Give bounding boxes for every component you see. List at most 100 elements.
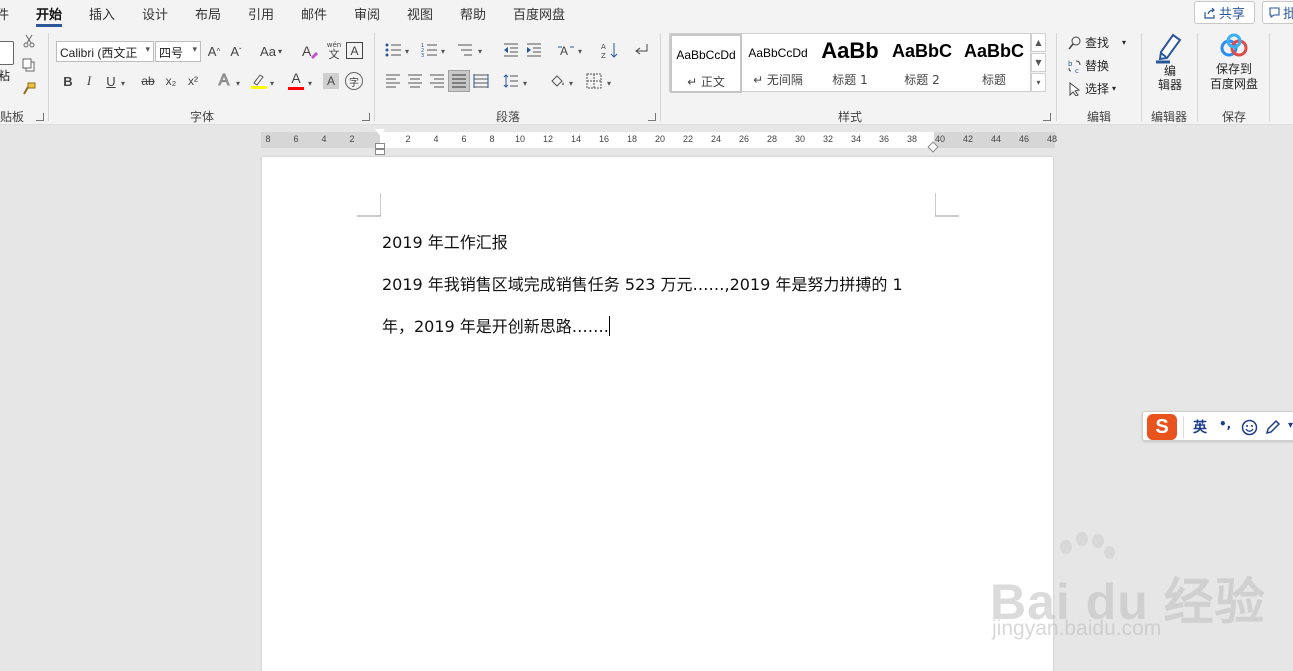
sogou-logo-icon[interactable]: S [1147, 414, 1177, 440]
ruler-tick-label: 8 [489, 134, 495, 144]
save-to-netdisk-button[interactable]: 保存到 百度网盘 [1205, 32, 1263, 100]
chevron-down-icon[interactable]: ▾ [478, 47, 482, 56]
font-size-dropdown[interactable]: 四号 ▾ [155, 41, 201, 62]
chevron-down-icon[interactable]: ▾ [270, 79, 274, 88]
chevron-down-icon[interactable]: ▾ [607, 79, 611, 88]
horizontal-ruler[interactable]: 8 6 4 2 2 4 6 8 10 12 14 16 18 20 22 24 26 28 30 32 34 36 38 40… [261, 129, 1057, 155]
align-right-icon[interactable] [428, 72, 446, 90]
font-name-dropdown[interactable]: Calibri (西文正 ▾ [56, 41, 154, 62]
sort-icon[interactable]: AZ [600, 40, 620, 60]
document-paragraph-line[interactable]: 2019 年我销售区域完成销售任务 523 万元……,2019 年是努力拼搏的 … [382, 271, 903, 295]
tab-home[interactable]: 开始 [36, 4, 63, 27]
gallery-scroll-up-icon[interactable]: ▲ [1031, 33, 1046, 52]
font-color-button[interactable]: A [286, 69, 306, 91]
styles-launcher-icon[interactable] [1043, 113, 1051, 121]
chevron-down-icon[interactable]: ▾ [1288, 420, 1293, 431]
ruler-tick-label: 2 [349, 134, 355, 144]
paste-icon[interactable] [0, 41, 14, 65]
decrease-indent-icon[interactable] [502, 41, 520, 59]
tab-help[interactable]: 帮助 [460, 4, 486, 23]
style-heading-1[interactable]: AaBb 标题 1 [814, 34, 886, 93]
find-button[interactable]: 查找 ▾ [1068, 34, 1126, 51]
handwriting-pen-icon[interactable] [1265, 419, 1281, 435]
style-normal[interactable]: AaBbCcDd ↵ 正文 [670, 34, 742, 93]
share-button[interactable]: 共享 [1194, 1, 1255, 24]
align-left-icon[interactable] [384, 72, 402, 90]
tab-review[interactable]: 审阅 [354, 4, 380, 23]
ruler-tick-label: 8 [265, 134, 271, 144]
font-launcher-icon[interactable] [362, 113, 370, 121]
gallery-scroll-down-icon[interactable]: ▼ [1031, 53, 1046, 72]
chevron-down-icon[interactable]: ▾ [578, 47, 582, 56]
style-title[interactable]: AaBbC 标题 [958, 34, 1030, 93]
clipboard-launcher-icon[interactable] [36, 113, 44, 121]
emoji-icon[interactable] [1241, 419, 1258, 436]
document-page[interactable]: 2019 年工作汇报 2019 年我销售区域完成销售任务 523 万元……,20… [262, 157, 1053, 671]
chevron-down-icon[interactable]: ▾ [441, 47, 445, 56]
superscript-button[interactable]: x² [184, 72, 202, 90]
tab-layout[interactable]: 布局 [195, 4, 221, 23]
chevron-down-icon: ▾ [145, 44, 150, 54]
search-icon [1068, 36, 1081, 49]
justify-icon[interactable] [448, 70, 470, 92]
chevron-down-icon[interactable]: ▾ [405, 47, 409, 56]
ime-toolbar[interactable]: S 英 •, ▾ [1142, 411, 1293, 441]
highlight-color-button[interactable] [249, 71, 269, 91]
subscript-button[interactable]: x₂ [162, 72, 180, 90]
paragraph-shading-icon[interactable] [548, 72, 566, 90]
ime-language-toggle[interactable]: 英 [1193, 417, 1207, 437]
borders-icon[interactable] [585, 72, 603, 90]
style-no-spacing[interactable]: AaBbCcDd ↵ 无间隔 [742, 34, 814, 93]
left-indent-box-marker[interactable] [375, 149, 385, 155]
chevron-down-icon[interactable]: ▾ [569, 79, 573, 88]
style-heading-2[interactable]: AaBbC 标题 2 [886, 34, 958, 93]
enclose-characters-button[interactable]: 字 [345, 72, 363, 90]
phonetic-guide-button[interactable]: wén 文 [323, 38, 345, 62]
format-painter-icon[interactable] [21, 81, 37, 97]
chinese-layout-icon[interactable]: A [556, 41, 576, 59]
underline-button[interactable]: U [103, 72, 119, 90]
text-effects-button[interactable]: A [214, 71, 234, 91]
comments-button[interactable]: 批 [1262, 1, 1293, 24]
chevron-down-icon[interactable]: ▾ [308, 79, 312, 88]
grow-font-icon[interactable]: A ^ [205, 41, 223, 61]
align-center-icon[interactable] [406, 72, 424, 90]
increase-indent-icon[interactable] [525, 41, 543, 59]
ime-punctuation-toggle[interactable]: •, [1219, 417, 1231, 431]
tab-view[interactable]: 视图 [407, 4, 433, 23]
chevron-down-icon[interactable]: ▾ [236, 79, 240, 88]
gallery-more-icon[interactable]: ▾ [1031, 73, 1046, 92]
shrink-font-icon[interactable]: Aˇ [227, 41, 245, 61]
tab-mailings[interactable]: 邮件 [301, 4, 327, 23]
chevron-down-icon[interactable]: ▾ [121, 79, 125, 88]
bold-button[interactable]: B [60, 72, 76, 90]
character-border-icon[interactable]: A [346, 42, 363, 59]
line-spacing-icon[interactable] [502, 72, 520, 90]
editor-button[interactable]: 编 辑器 [1150, 32, 1190, 100]
clear-formatting-icon[interactable]: A [300, 41, 320, 61]
multilevel-list-icon[interactable] [456, 41, 474, 59]
document-paragraph-line[interactable]: 年，2019 年是开创新思路……. [382, 313, 610, 337]
italic-button[interactable]: I [81, 72, 97, 90]
paragraph-launcher-icon[interactable] [648, 113, 656, 121]
tab-references[interactable]: 引用 [248, 4, 274, 23]
distributed-icon[interactable] [472, 72, 490, 90]
strikethrough-button[interactable]: ab [138, 72, 158, 90]
tab-insert[interactable]: 插入 [89, 4, 115, 23]
tab-design[interactable]: 设计 [142, 4, 168, 23]
tab-baidu-netdisk[interactable]: 百度网盘 [513, 4, 565, 23]
chevron-down-icon[interactable]: ▾ [523, 79, 527, 88]
document-title[interactable]: 2019 年工作汇报 [382, 229, 508, 253]
cut-icon[interactable] [21, 33, 37, 49]
character-shading-button[interactable]: A [323, 73, 339, 89]
tab-file[interactable]: 件 [0, 4, 9, 23]
replace-button[interactable]: bc 替换 [1068, 57, 1109, 74]
numbering-icon[interactable]: 123 [420, 41, 438, 59]
first-line-indent-marker[interactable] [375, 129, 385, 136]
select-button[interactable]: 选择 ▾ [1068, 80, 1116, 97]
bullets-icon[interactable] [384, 41, 402, 59]
show-paragraph-marks-icon[interactable] [631, 40, 651, 60]
ruler-tick-label: 24 [710, 134, 722, 144]
change-case-button[interactable]: Aa ▾ [256, 41, 286, 61]
copy-icon[interactable] [21, 57, 37, 73]
